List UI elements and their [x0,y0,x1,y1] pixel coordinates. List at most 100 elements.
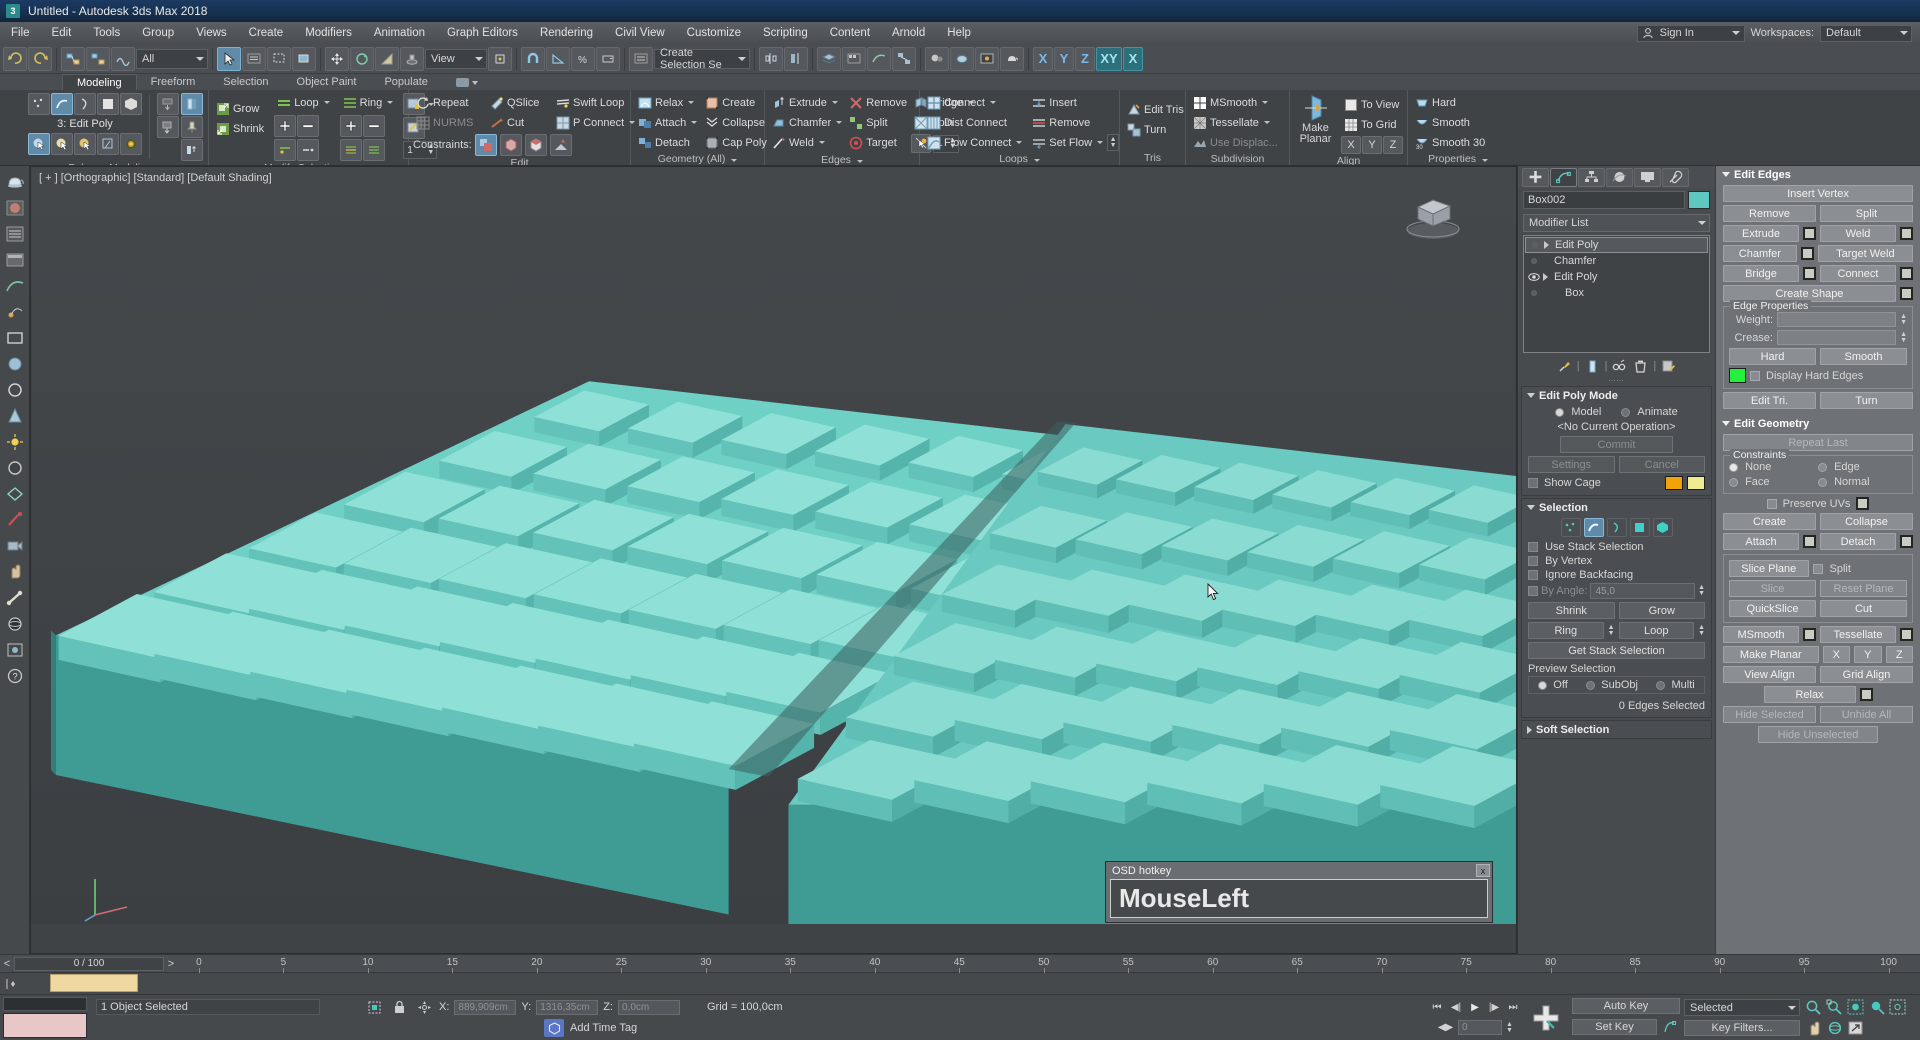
by-vertex-row[interactable]: By Vertex [1528,555,1705,567]
to-view-button[interactable]: To View [1341,95,1403,114]
pan-button[interactable] [1804,1019,1824,1038]
tessellate-settings-button[interactable] [1900,628,1913,641]
axis-constraint-x[interactable]: X [1033,46,1053,71]
create-shape-settings-button[interactable] [1900,287,1913,300]
orbit-button[interactable] [1825,1019,1845,1038]
ring-grow-button[interactable] [339,115,362,137]
zoom-all-button[interactable] [1825,998,1845,1017]
chamfer-button[interactable]: Chamfer [1723,245,1797,262]
hand-tool-icon[interactable] [3,560,27,584]
track-bar-track[interactable] [28,973,1920,994]
hard-button[interactable]: Hard [1729,348,1816,365]
spinner-arrows-icon[interactable]: ▲ ▼ [1900,331,1907,344]
tessellate-button[interactable]: Tessellate [1820,626,1896,643]
x-field[interactable]: 889,909cm [454,999,517,1015]
collapse-button[interactable]: Collapse [1820,513,1913,530]
visibility-toggle-icon[interactable] [1528,271,1540,283]
rectangular-selection-region-button[interactable] [267,46,291,71]
menu-item-scripting[interactable]: Scripting [752,22,819,44]
detach-button[interactable]: Detach [635,133,700,152]
show-end-result-button[interactable] [1584,358,1601,375]
layer-manager-button[interactable] [817,46,841,71]
cancel-button[interactable]: Cancel [1618,456,1705,473]
smooth-button[interactable]: Smooth [1412,113,1488,132]
motion-paths-icon[interactable] [3,300,27,324]
make-planar-button[interactable]: Make Planar [1723,646,1819,663]
cage-color-swatch-1[interactable] [1665,476,1683,490]
placement-button[interactable] [400,46,424,71]
visibility-toggle-icon[interactable] [1528,287,1540,299]
pin-stack-button[interactable] [181,116,203,138]
axis-constraint-y[interactable]: Y [1054,46,1074,71]
ring-button[interactable]: Ring [1528,622,1604,639]
zoom-region-button[interactable] [1867,998,1887,1017]
modifier-stack-item[interactable]: Box [1525,285,1708,301]
constraint-edge-radio[interactable]: Edge [1818,461,1907,473]
cut-button[interactable]: Cut [487,113,549,132]
hard-edge-color-swatch[interactable] [1729,368,1746,383]
visibility-toggle-icon[interactable] [1529,239,1541,251]
tessellate-button[interactable]: Tessellate [1190,113,1281,132]
maxscript-mini-listener-output[interactable] [3,1013,87,1038]
select-and-scale-button[interactable] [375,46,399,71]
constraint-normal-radio[interactable]: Normal [1818,476,1907,488]
ignore-backfacing-checkbox[interactable] [1528,570,1538,581]
rollout-header-edit-edges[interactable]: Edit Edges [1716,166,1920,183]
key-selection-select[interactable]: Selected [1684,999,1800,1016]
set-flow-button[interactable]: Set Flow [1029,133,1106,152]
menu-item-civil-view[interactable]: Civil View [604,22,676,44]
lock-toggle[interactable] [389,998,409,1017]
align-z-button[interactable]: Z [1383,136,1403,154]
subobject-polygon-button[interactable] [97,93,119,115]
maximize-viewport-button[interactable] [1846,1019,1866,1038]
create-button[interactable]: Create [702,93,770,112]
menu-item-help[interactable]: Help [936,22,982,44]
viewport[interactable]: [ + ] [Orthographic] [Standard] [Default… [30,166,1517,954]
crease-field[interactable] [1777,330,1897,345]
undo-button[interactable] [3,46,27,71]
constraint-edge-button[interactable] [499,134,522,156]
reference-coordinate-select[interactable]: View [425,48,487,69]
osd-hotkey-window[interactable]: OSD hotkey x MouseLeft [1105,861,1493,923]
angle-snap-button[interactable] [546,46,570,71]
mirror-button[interactable] [759,46,783,71]
subobject-element-button[interactable] [120,93,142,115]
dist-connect-button[interactable]: Dist Connect [924,113,1025,132]
swift-loop-button[interactable]: Swift Loop [553,93,635,112]
menu-item-rendering[interactable]: Rendering [529,22,604,44]
field-of-view-button[interactable] [1888,998,1908,1017]
constraint-normal-button[interactable] [549,134,572,156]
axis-constraint-xy[interactable]: XY [1096,46,1122,71]
rollout-header-selection[interactable]: Selection [1522,499,1711,516]
menu-item-group[interactable]: Group [131,22,185,44]
camera-tool-icon[interactable] [3,534,27,558]
by-angle-checkbox[interactable] [1528,586,1538,596]
close-icon[interactable]: x [1476,864,1490,877]
quickslice-button[interactable]: QuickSlice [1729,600,1816,617]
msmooth-button[interactable]: MSmooth [1723,626,1799,643]
subobject-edge-button[interactable] [51,93,73,115]
sel-element-button[interactable] [1652,518,1673,537]
repeat-button[interactable]: Repeat [413,93,483,112]
view-align-button[interactable]: View Align [1723,666,1816,683]
relax-button[interactable]: Relax [1763,686,1856,703]
extrude-button[interactable]: Extrude [1723,225,1799,242]
material-tool-icon[interactable] [3,196,27,220]
hard-button[interactable]: Hard [1412,93,1488,112]
object-color-swatch[interactable] [1688,191,1710,209]
bridge-button[interactable]: Bridge [1723,265,1799,282]
sel-polygon-button[interactable] [1629,518,1650,537]
chevron-down-icon[interactable] [836,121,843,124]
remove-button[interactable]: Remove [846,93,910,112]
flow-connect-button[interactable]: Flow Connect [924,133,1025,152]
cone-tool-icon[interactable] [3,404,27,428]
hide-selected-button[interactable]: Hide Selected [1723,706,1816,723]
key-mode-toggle[interactable]: ◀▶ [1437,1019,1454,1036]
y-field[interactable]: 1316,35cm [536,999,599,1015]
chevron-down-icon[interactable] [1097,141,1104,144]
nurms-button[interactable]: NURMS [413,113,483,132]
loop-button[interactable]: Loop [1618,622,1695,639]
rollout-header-edit-geometry[interactable]: Edit Geometry [1716,415,1920,432]
key-filters-button[interactable]: Key Filters... [1684,1020,1800,1036]
spinner-arrows-icon[interactable]: ▲ ▼ [1900,313,1907,326]
